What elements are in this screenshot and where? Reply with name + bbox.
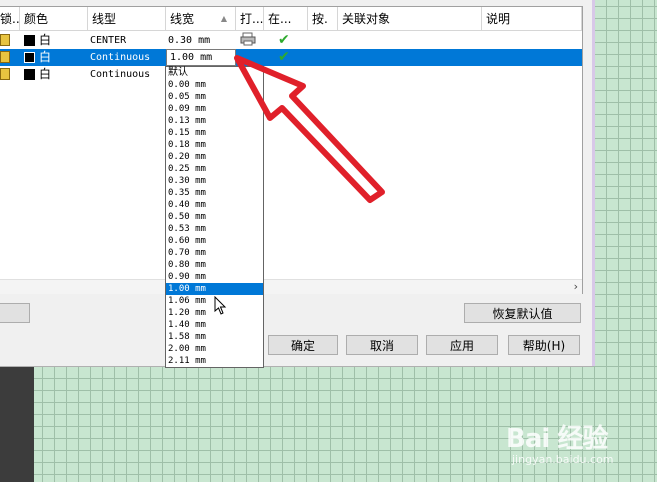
header-related[interactable]: 关联对象	[338, 7, 482, 31]
lineweight-option[interactable]: 0.53 mm	[166, 223, 263, 235]
baidu-watermark: Bai 经验 jingyan.baidu.com	[506, 418, 614, 466]
lineweight-option[interactable]: 0.18 mm	[166, 139, 263, 151]
linetype-cell[interactable]: Continuous	[90, 66, 150, 83]
linetype-cell[interactable]: Continuous	[90, 49, 150, 66]
lineweight-dropdown-field[interactable]: 1.00 mm	[166, 49, 236, 66]
header-color[interactable]: 颜色	[20, 7, 88, 31]
lineweight-option[interactable]: 1.58 mm	[166, 331, 263, 343]
lineweight-option[interactable]: 0.50 mm	[166, 211, 263, 223]
scroll-right-icon[interactable]: ›	[574, 280, 578, 293]
header-lock[interactable]: 锁...	[0, 7, 20, 31]
lineweight-option[interactable]: 0.05 mm	[166, 91, 263, 103]
lineweight-option[interactable]: 0.30 mm	[166, 175, 263, 187]
lineweight-option[interactable]: 0.15 mm	[166, 127, 263, 139]
lock-icon[interactable]	[0, 51, 10, 63]
color-name: 白	[39, 33, 52, 47]
dialog-border	[592, 0, 595, 366]
layer-table[interactable]: 锁... 颜色 线型 线宽 ▲ 打... 在... 按. 关联对象 说明 白 C…	[0, 6, 583, 294]
table-row[interactable]: 白 Continuous ✔	[0, 49, 582, 66]
table-row[interactable]: 白 Continuous	[0, 66, 582, 83]
header-linetype[interactable]: 线型	[88, 7, 166, 31]
color-swatch	[24, 35, 35, 46]
lineweight-option[interactable]: 0.20 mm	[166, 151, 263, 163]
lineweight-options-list[interactable]: 默认 0.00 mm 0.05 mm 0.09 mm 0.13 mm 0.15 mm 0.1…	[165, 66, 264, 368]
lineweight-option[interactable]: 1.40 mm	[166, 319, 263, 331]
lineweight-option[interactable]: 0.40 mm	[166, 199, 263, 211]
lineweight-option[interactable]: 0.09 mm	[166, 103, 263, 115]
restore-defaults-button[interactable]: 恢复默认值	[464, 303, 581, 323]
color-cell[interactable]: 白	[24, 32, 51, 49]
watermark-url: jingyan.baidu.com	[512, 453, 614, 466]
cursor-icon	[214, 296, 227, 315]
lineweight-option[interactable]: 1.00 mm	[166, 283, 263, 295]
lineweight-option[interactable]: 默认	[166, 67, 263, 79]
check-icon: ✔	[278, 32, 290, 48]
color-cell[interactable]: 白	[24, 66, 51, 83]
table-row[interactable]: 白 CENTER 0.30 mm ✔	[0, 32, 582, 49]
help-button[interactable]: 帮助(H)	[508, 335, 580, 355]
ok-button[interactable]: 确定	[268, 335, 338, 355]
left-partial-button[interactable]	[0, 303, 30, 323]
lineweight-option[interactable]: 2.11 mm	[166, 355, 263, 367]
color-swatch	[24, 52, 35, 63]
lineweight-option[interactable]: 0.70 mm	[166, 247, 263, 259]
lineweight-cell[interactable]: 0.30 mm	[168, 32, 210, 49]
linetype-cell[interactable]: CENTER	[90, 32, 126, 49]
printer-icon[interactable]	[240, 32, 256, 49]
color-cell[interactable]: 白	[24, 49, 51, 66]
lock-icon[interactable]	[0, 68, 10, 80]
lineweight-option[interactable]: 0.60 mm	[166, 235, 263, 247]
header-lineweight[interactable]: 线宽 ▲	[166, 7, 236, 31]
lineweight-option[interactable]: 0.13 mm	[166, 115, 263, 127]
lineweight-option[interactable]: 0.90 mm	[166, 271, 263, 283]
lineweight-option[interactable]: 0.35 mm	[166, 187, 263, 199]
lineweight-dialog: 锁... 颜色 线型 线宽 ▲ 打... 在... 按. 关联对象 说明 白 C…	[0, 0, 593, 367]
apply-button[interactable]: 应用	[426, 335, 498, 355]
header-lineweight-label: 线宽	[170, 12, 195, 26]
canvas-left-panel	[0, 365, 34, 482]
check-icon: ✔	[278, 49, 290, 65]
watermark-logo: Bai 经验	[506, 424, 608, 454]
lock-icon[interactable]	[0, 34, 10, 46]
color-name: 白	[39, 67, 52, 81]
header-in-use[interactable]: 在...	[264, 7, 308, 31]
header-plot[interactable]: 打...	[236, 7, 264, 31]
lineweight-option[interactable]: 0.25 mm	[166, 163, 263, 175]
color-name: 白	[39, 50, 52, 64]
lineweight-option[interactable]: 2.00 mm	[166, 343, 263, 355]
lineweight-option[interactable]: 0.00 mm	[166, 79, 263, 91]
lineweight-option[interactable]: 0.80 mm	[166, 259, 263, 271]
sort-up-icon: ▲	[220, 14, 227, 23]
color-swatch	[24, 69, 35, 80]
horizontal-scrollbar[interactable]: ›	[0, 279, 582, 294]
cancel-button[interactable]: 取消	[346, 335, 418, 355]
header-press[interactable]: 按.	[308, 7, 338, 31]
header-description[interactable]: 说明	[482, 7, 582, 31]
